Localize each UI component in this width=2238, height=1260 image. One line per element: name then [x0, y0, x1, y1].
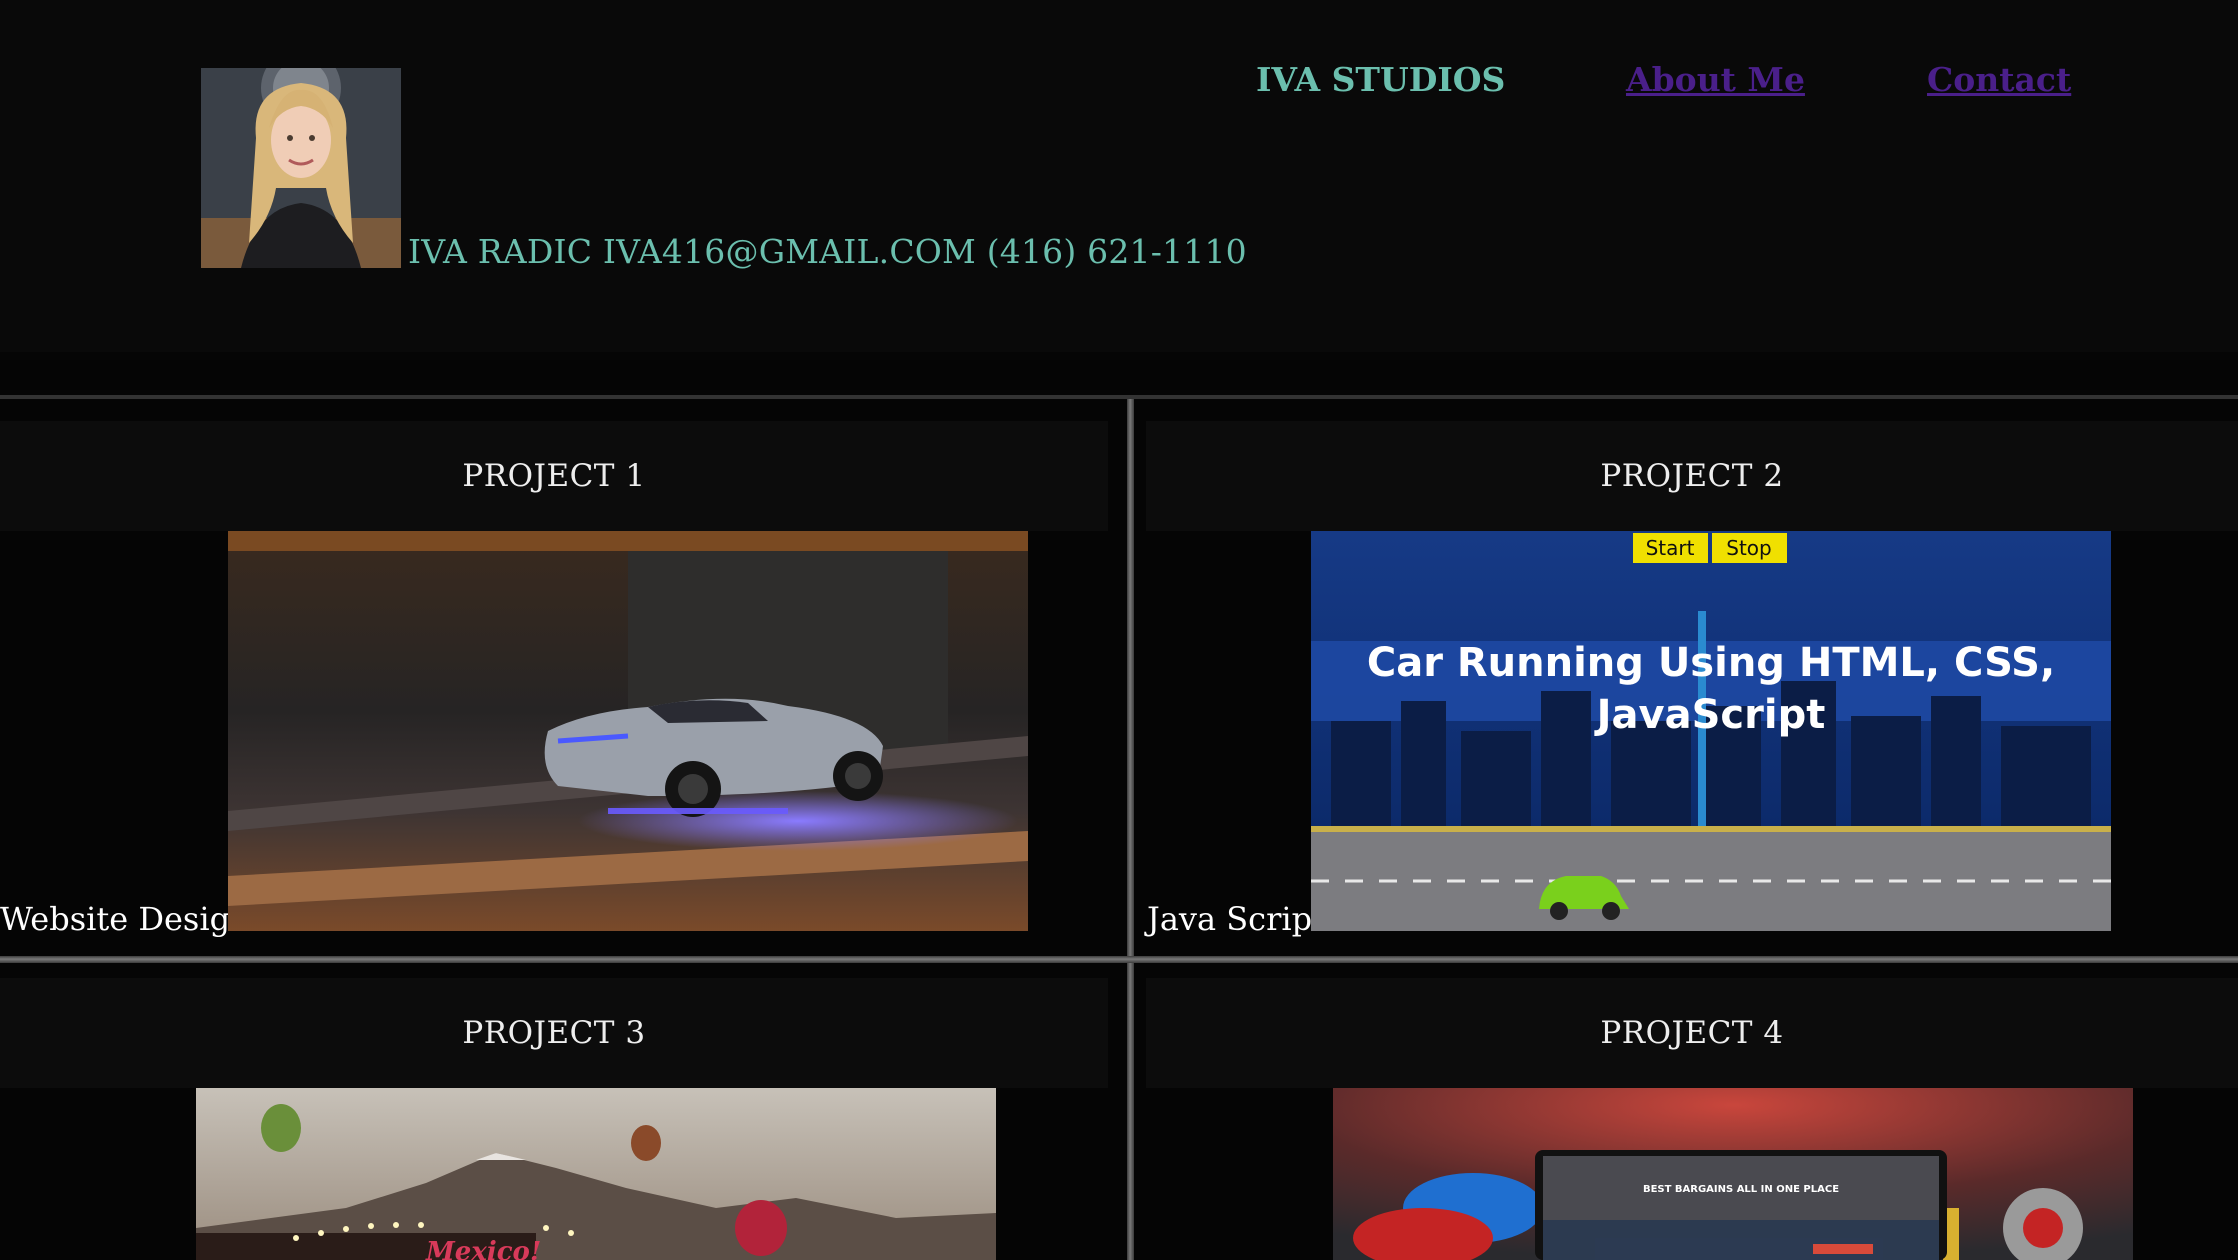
portfolio-page: IVA RADIC IVA416@GMAIL.COM (416) 621-111…: [0, 0, 2238, 1260]
project-4-image[interactable]: BEST BARGAINS ALL IN ONE PLACE: [1333, 1088, 2133, 1260]
profile-photo: [201, 68, 401, 268]
project-3-header: PROJECT 3: [0, 978, 1108, 1088]
bargains-headline: BEST BARGAINS ALL IN ONE PLACE: [1643, 1184, 1839, 1195]
thumb-headline-line2: JavaScript: [1594, 692, 1826, 738]
project-1-title: PROJECT 1: [462, 458, 646, 494]
site-header: IVA RADIC IVA416@GMAIL.COM (416) 621-111…: [0, 0, 2238, 352]
project-2-header: PROJECT 2: [1146, 421, 2238, 531]
mexico-sign: Mexico!: [425, 1237, 541, 1260]
project-1-header: PROJECT 1: [0, 421, 1108, 531]
header-divider: [0, 395, 2238, 399]
project-4-title: PROJECT 4: [1600, 1015, 1784, 1051]
thumb-headline-line1: Car Running Using HTML, CSS,: [1367, 640, 2055, 686]
nav-contact-link[interactable]: Contact: [1927, 60, 2071, 99]
stop-button-label: Stop: [1726, 536, 1771, 560]
project-3-image[interactable]: Mexico!: [196, 1088, 996, 1260]
brand-title[interactable]: IVA STUDIOS: [1256, 60, 1505, 99]
column-divider: [1127, 399, 1134, 1260]
project-3-title: PROJECT 3: [462, 1015, 646, 1051]
project-2-image[interactable]: Start Stop Car Running Using HTML, CSS, …: [1311, 531, 2111, 931]
project-4-header: PROJECT 4: [1146, 978, 2238, 1088]
project-1-image[interactable]: [228, 531, 1028, 931]
row-divider: [0, 956, 2238, 963]
project-2-label: Java Script: [1147, 900, 1325, 938]
project-1-label: Website Design: [0, 900, 251, 938]
contact-info: IVA RADIC IVA416@GMAIL.COM (416) 621-111…: [408, 232, 1247, 271]
start-button-label: Start: [1646, 536, 1695, 560]
project-2-title: PROJECT 2: [1600, 458, 1784, 494]
nav-about-me-link[interactable]: About Me: [1626, 60, 1805, 99]
